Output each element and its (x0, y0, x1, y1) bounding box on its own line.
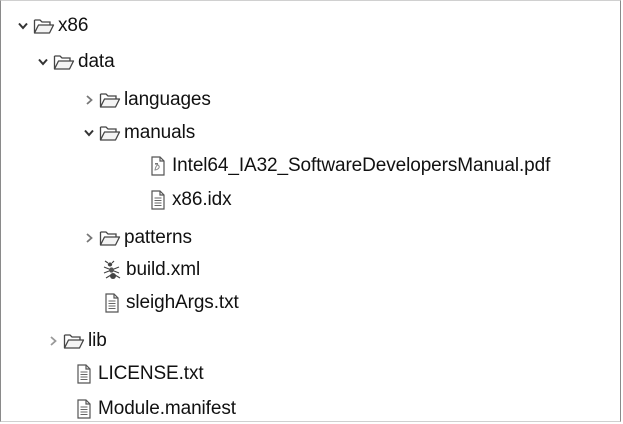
tree-item-label: sleighArgs.txt (126, 292, 239, 313)
tree-item-build-xml[interactable]: build.xml (1, 255, 620, 285)
tree-item-sleighargs-txt[interactable]: sleighArgs.txt (1, 288, 620, 318)
tree-item-label: lib (88, 330, 107, 351)
tree-item-patterns[interactable]: patterns (1, 223, 620, 253)
tree-item-module-manifest[interactable]: Module.manifest (1, 394, 620, 421)
tree-item-manuals[interactable]: manuals (1, 118, 620, 148)
chevron-down-icon[interactable] (81, 125, 97, 141)
tree-item-label: Intel64_IA32_SoftwareDevelopersManual.pd… (172, 155, 551, 176)
chevron-right-icon[interactable] (81, 92, 97, 108)
open-folder-icon (33, 16, 55, 36)
open-folder-icon (63, 331, 85, 351)
tree-item-label: build.xml (126, 259, 201, 280)
chevron-down-icon[interactable] (35, 54, 51, 70)
tree-item-label: data (78, 51, 115, 72)
tree-item-intel-manual-pdf[interactable]: Intel64_IA32_SoftwareDevelopersManual.pd… (1, 151, 620, 181)
tree-item-label: x86 (58, 15, 89, 36)
open-folder-icon (99, 228, 121, 248)
text-file-icon (73, 364, 95, 384)
tree-item-label: LICENSE.txt (98, 363, 204, 384)
chevron-right-icon[interactable] (45, 333, 61, 349)
text-file-icon (73, 399, 95, 419)
tree-item-label: patterns (124, 227, 192, 248)
tree-item-license-txt[interactable]: LICENSE.txt (1, 359, 620, 389)
open-folder-icon (53, 52, 75, 72)
tree-item-lib[interactable]: lib (1, 326, 620, 356)
tree-item-label: languages (124, 89, 211, 110)
open-folder-icon (99, 90, 121, 110)
project-tree[interactable]: x86 data languages manuals Intel64_IA32_… (0, 0, 621, 422)
chevron-down-icon[interactable] (15, 18, 31, 34)
ant-build-icon (101, 260, 123, 280)
tree-item-x86-idx[interactable]: x86.idx (1, 185, 620, 215)
text-file-icon (101, 293, 123, 313)
tree-item-data[interactable]: data (1, 47, 620, 77)
tree-item-x86[interactable]: x86 (1, 11, 620, 41)
open-folder-icon (99, 123, 121, 143)
tree-item-languages[interactable]: languages (1, 85, 620, 115)
pdf-file-icon (147, 156, 169, 176)
text-file-icon (147, 190, 169, 210)
chevron-right-icon[interactable] (81, 230, 97, 246)
tree-item-label: manuals (124, 122, 196, 143)
tree-item-label: x86.idx (172, 189, 232, 210)
tree-item-label: Module.manifest (98, 398, 236, 419)
